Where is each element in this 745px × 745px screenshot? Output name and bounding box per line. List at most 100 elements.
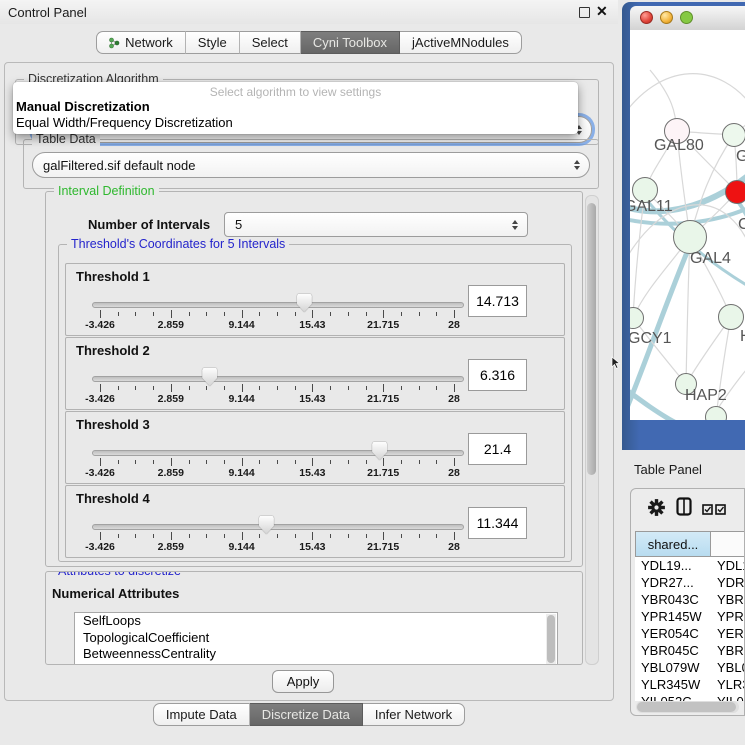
tick-mark (436, 312, 437, 316)
list-scrollbar[interactable] (546, 614, 556, 664)
close-button[interactable] (640, 11, 653, 24)
threshold-value-field[interactable]: 6.316 (468, 359, 527, 391)
tab-cyni-toolbox[interactable]: Cyni Toolbox (301, 31, 400, 54)
tick-mark (206, 312, 207, 316)
table-row[interactable]: YER054CYER0 (635, 625, 745, 642)
table-row[interactable]: YPR145WYPR1 (635, 608, 745, 625)
slider-track[interactable] (92, 302, 464, 308)
threshold-value-field[interactable]: 11.344 (468, 507, 527, 539)
table-row[interactable]: YLR345WYLR3 (635, 676, 745, 693)
slider-thumb[interactable] (259, 516, 274, 534)
apply-button[interactable]: Apply (272, 670, 334, 693)
tab-label: Cyni Toolbox (313, 35, 387, 50)
popup-item-manual-discretization[interactable]: Manual Discretization (16, 99, 150, 114)
tick-label: 21.715 (367, 393, 399, 405)
slider-track[interactable] (92, 376, 464, 382)
list-item-betweennesscentrality[interactable]: BetweennessCentrality (75, 646, 557, 663)
tick-mark (277, 386, 278, 390)
tick-mark (383, 458, 384, 466)
tick-mark (118, 460, 119, 464)
tick-label: 28 (448, 319, 460, 331)
table-row[interactable]: YDR27...YDR2 (635, 574, 745, 591)
numerical-attributes-listbox[interactable]: SelfLoopsTopologicalCoefficientBetweenne… (74, 612, 558, 665)
column-header-shared[interactable]: shared... (635, 531, 711, 557)
cell-shared-name: YER054C (635, 626, 711, 641)
popup-item-equal-width-frequency[interactable]: Equal Width/Frequency Discretization (16, 115, 233, 130)
network-canvas[interactable]: GAL80G.CGAL11GAL4GCY1HHAP2 (630, 30, 745, 420)
network-window-titlebar[interactable] (630, 6, 745, 31)
tick-mark (454, 532, 455, 540)
threshold-value-field[interactable]: 14.713 (468, 285, 527, 317)
checkbox-checked-icon[interactable] (715, 502, 726, 520)
checkbox-checked-icon[interactable] (702, 502, 713, 520)
threshold-value-field[interactable]: 21.4 (468, 433, 527, 465)
tick-mark (366, 534, 367, 538)
tab-style[interactable]: Style (186, 31, 240, 54)
interval-definition-group-title: Interval Definition (54, 184, 159, 198)
gear-icon[interactable] (648, 499, 665, 521)
control-panel-content: Discretization Algorithm Table Data galF… (4, 62, 614, 701)
table-row[interactable]: YDL19...YDL1 (635, 557, 745, 574)
tab-label: jActiveMNodules (412, 35, 509, 50)
tick-mark (348, 460, 349, 464)
tick-label: -3.426 (85, 393, 115, 405)
tick-label: 9.144 (228, 541, 254, 553)
cell-shared-name: YDR27... (635, 575, 711, 590)
columns-icon[interactable] (676, 497, 692, 521)
tick-label: 21.715 (367, 319, 399, 331)
network-node-h[interactable] (718, 304, 744, 330)
cell-name: YBR0 (711, 592, 745, 607)
close-icon[interactable]: ✕ (596, 3, 608, 20)
tick-mark (189, 460, 190, 464)
tick-mark (189, 312, 190, 316)
slider-thumb[interactable] (297, 294, 312, 312)
table-row[interactable]: YBR045CYBR0 (635, 642, 745, 659)
table-data-combobox[interactable]: galFiltered.sif default node (32, 152, 590, 178)
zoom-button[interactable] (680, 11, 693, 24)
tab-network[interactable]: Network (96, 31, 186, 54)
network-node-g[interactable] (722, 123, 745, 147)
number-of-intervals-value: 5 (235, 217, 242, 232)
tick-mark (383, 384, 384, 392)
table-rows[interactable]: YDL19...YDL1YDR27...YDR2YBR043CYBR0YPR14… (635, 557, 745, 701)
control-panel-tabbar: Network Style Select Cyni Toolbox jActiveMNo… (0, 31, 618, 54)
vertical-scrollbar-thumb[interactable] (587, 203, 596, 475)
table-data-group: Table Data galFiltered.sif default node (23, 139, 599, 189)
tab-jactivemnodules[interactable]: jActiveMNodules (400, 31, 522, 54)
tick-mark (242, 532, 243, 540)
slider-thumb[interactable] (372, 442, 387, 460)
network-node-gal4[interactable] (673, 220, 707, 254)
slider-thumb[interactable] (202, 368, 217, 386)
slider-track[interactable] (92, 450, 464, 456)
tick-mark (401, 534, 402, 538)
number-of-intervals-combobox[interactable]: 5 (224, 212, 528, 237)
table-row[interactable]: YBL079WYBL0 (635, 659, 745, 676)
column-header-name[interactable]: na (711, 531, 745, 557)
list-item-selfloops[interactable]: SelfLoops (75, 613, 557, 630)
horizontal-scrollbar[interactable] (636, 701, 739, 713)
tick-mark (330, 312, 331, 316)
tick-mark (171, 532, 172, 540)
slider-track[interactable] (92, 524, 464, 530)
horizontal-scrollbar-thumb[interactable] (637, 702, 736, 712)
attributes-group-title: Attributes to discretize (54, 571, 185, 578)
tab-infer-network[interactable]: Infer Network (363, 703, 465, 726)
network-node-c[interactable] (725, 180, 745, 204)
cell-shared-name: YDL19... (635, 558, 711, 573)
tick-mark (454, 384, 455, 392)
table-row[interactable]: YIL052CYIL0 (635, 693, 745, 701)
table-row[interactable]: YBR043CYBR0 (635, 591, 745, 608)
tab-impute-data[interactable]: Impute Data (153, 703, 250, 726)
cell-name: YDR2 (711, 575, 745, 590)
minimize-button[interactable] (660, 11, 673, 24)
float-window-icon[interactable] (579, 7, 590, 18)
list-item-topologicalcoefficient[interactable]: TopologicalCoefficient (75, 630, 557, 647)
tab-select[interactable]: Select (240, 31, 301, 54)
node-label: H (740, 328, 745, 346)
algorithm-popup: Select algorithm to view settings Manual… (13, 82, 578, 134)
tick-label: 15.43 (299, 467, 325, 479)
tab-discretize-data[interactable]: Discretize Data (250, 703, 363, 726)
tick-mark (348, 534, 349, 538)
tick-mark (135, 460, 136, 464)
tab-label: Style (198, 35, 227, 50)
